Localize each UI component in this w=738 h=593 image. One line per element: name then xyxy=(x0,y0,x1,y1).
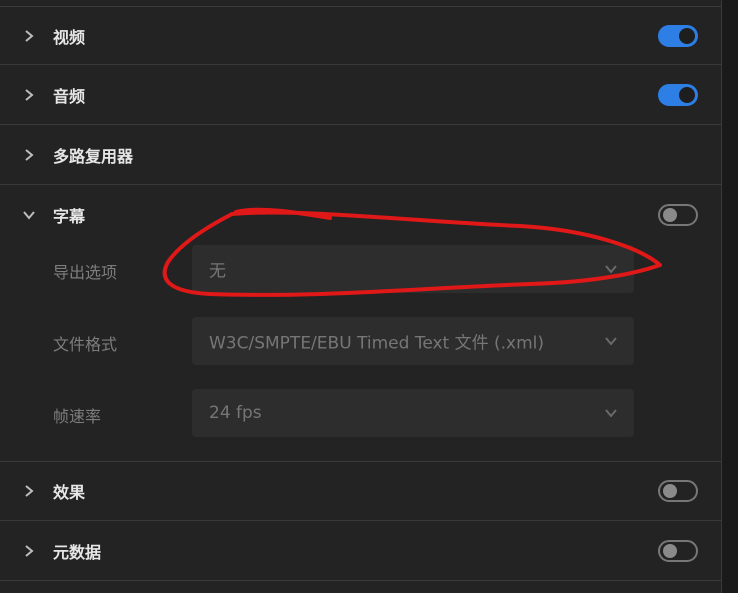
export-option-dropdown[interactable]: 无 xyxy=(192,245,634,293)
chevron-right-icon xyxy=(25,545,34,557)
chevron-right-icon xyxy=(25,485,34,497)
section-video-label: 视频 xyxy=(53,27,86,47)
section-audio[interactable]: 音频 xyxy=(0,66,721,125)
toggle-knob xyxy=(679,28,695,44)
export-settings-panel: 视频 音频 多路复用器 字幕 导出选项 无 文件格式 W3C/SMPTE/EBU… xyxy=(0,0,722,593)
toggle-knob xyxy=(663,484,677,498)
export-option-label: 导出选项 xyxy=(53,263,118,282)
frame-rate-dropdown[interactable]: 24 fps xyxy=(192,389,634,437)
toggle-knob xyxy=(663,208,677,222)
chevron-right-icon xyxy=(25,149,34,161)
export-option-value: 无 xyxy=(209,261,226,282)
metadata-toggle[interactable] xyxy=(658,540,698,562)
toggle-knob xyxy=(679,87,695,103)
section-video[interactable]: 视频 xyxy=(0,6,721,65)
video-toggle[interactable] xyxy=(658,25,698,47)
chevron-down-icon xyxy=(605,409,617,418)
frame-rate-value: 24 fps xyxy=(209,403,262,423)
section-effects-label: 效果 xyxy=(53,483,86,502)
captions-toggle[interactable] xyxy=(658,204,698,226)
chevron-down-icon xyxy=(605,265,617,274)
section-multiplexer-label: 多路复用器 xyxy=(53,147,134,166)
audio-toggle[interactable] xyxy=(658,84,698,106)
chevron-right-icon xyxy=(25,89,34,101)
frame-rate-label: 帧速率 xyxy=(53,407,102,426)
effects-toggle[interactable] xyxy=(658,480,698,502)
file-format-value: W3C/SMPTE/EBU Timed Text 文件 (.xml) xyxy=(209,333,545,354)
section-effects[interactable]: 效果 xyxy=(0,462,721,521)
chevron-down-icon xyxy=(23,211,35,220)
section-captions: 字幕 导出选项 无 文件格式 W3C/SMPTE/EBU Timed Text … xyxy=(0,186,721,462)
section-captions-label: 字幕 xyxy=(53,207,86,226)
toggle-knob xyxy=(663,544,677,558)
scroll-gutter xyxy=(722,0,738,593)
section-metadata[interactable]: 元数据 xyxy=(0,522,721,581)
section-multiplexer[interactable]: 多路复用器 xyxy=(0,126,721,185)
file-format-dropdown[interactable]: W3C/SMPTE/EBU Timed Text 文件 (.xml) xyxy=(192,317,634,365)
file-format-label: 文件格式 xyxy=(53,335,118,354)
chevron-down-icon xyxy=(605,337,617,346)
chevron-right-icon xyxy=(25,29,34,42)
section-metadata-label: 元数据 xyxy=(53,543,102,562)
section-captions-header[interactable]: 字幕 xyxy=(0,186,721,244)
section-audio-label: 音频 xyxy=(53,87,86,106)
